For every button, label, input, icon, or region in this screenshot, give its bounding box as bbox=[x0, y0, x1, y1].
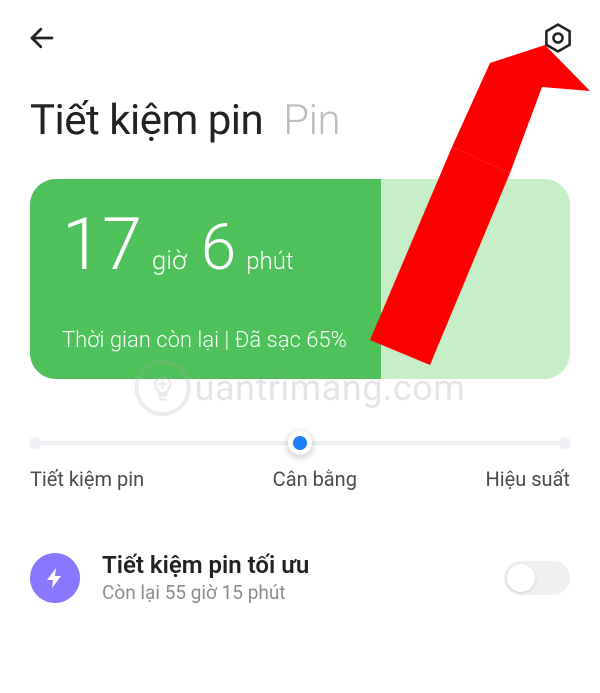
bolt-icon bbox=[43, 566, 67, 590]
slider-label-saver: Tiết kiệm pin bbox=[30, 467, 144, 491]
slider-thumb[interactable] bbox=[288, 431, 312, 455]
optimal-saver-toggle[interactable] bbox=[504, 561, 570, 595]
optimal-saver-subtitle: Còn lại 55 giờ 15 phút bbox=[102, 581, 482, 604]
toggle-knob bbox=[507, 564, 535, 592]
gear-icon bbox=[541, 21, 575, 55]
tab-battery[interactable]: Pin bbox=[283, 96, 340, 145]
slider-label-performance: Hiệu suất bbox=[485, 467, 570, 491]
optimal-saver-text: Tiết kiệm pin tối ưu Còn lại 55 giờ 15 p… bbox=[102, 551, 482, 604]
slider-stop-left bbox=[29, 437, 41, 449]
hours-value: 17 bbox=[62, 209, 142, 281]
minutes-unit: phút bbox=[246, 247, 293, 275]
back-button[interactable] bbox=[22, 18, 62, 58]
optimal-saver-row[interactable]: Tiết kiệm pin tối ưu Còn lại 55 giờ 15 p… bbox=[30, 551, 570, 604]
arrow-left-icon bbox=[27, 23, 57, 53]
battery-card-content: 17 giờ 6 phút Thời gian còn lại | Đã sạc… bbox=[30, 179, 570, 379]
slider-label-balanced: Cân bằng bbox=[273, 467, 357, 491]
battery-status-text: Thời gian còn lại | Đã sạc 65% bbox=[62, 328, 538, 353]
time-remaining: 17 giờ 6 phút bbox=[62, 209, 538, 284]
top-bar bbox=[0, 0, 600, 64]
slider-labels: Tiết kiệm pin Cân bằng Hiệu suất bbox=[30, 467, 570, 491]
optimal-saver-title: Tiết kiệm pin tối ưu bbox=[102, 551, 482, 579]
hours-unit: giờ bbox=[152, 246, 187, 276]
power-mode-slider[interactable]: Tiết kiệm pin Cân bằng Hiệu suất bbox=[30, 435, 570, 491]
minutes-value: 6 bbox=[201, 216, 237, 280]
settings-button[interactable] bbox=[538, 18, 578, 58]
bolt-icon-badge bbox=[30, 553, 80, 603]
page-tabs: Tiết kiệm pin Pin bbox=[0, 64, 600, 165]
slider-stop-right bbox=[559, 437, 571, 449]
battery-status-card[interactable]: 17 giờ 6 phút Thời gian còn lại | Đã sạc… bbox=[30, 179, 570, 379]
tab-battery-saver[interactable]: Tiết kiệm pin bbox=[30, 96, 263, 145]
